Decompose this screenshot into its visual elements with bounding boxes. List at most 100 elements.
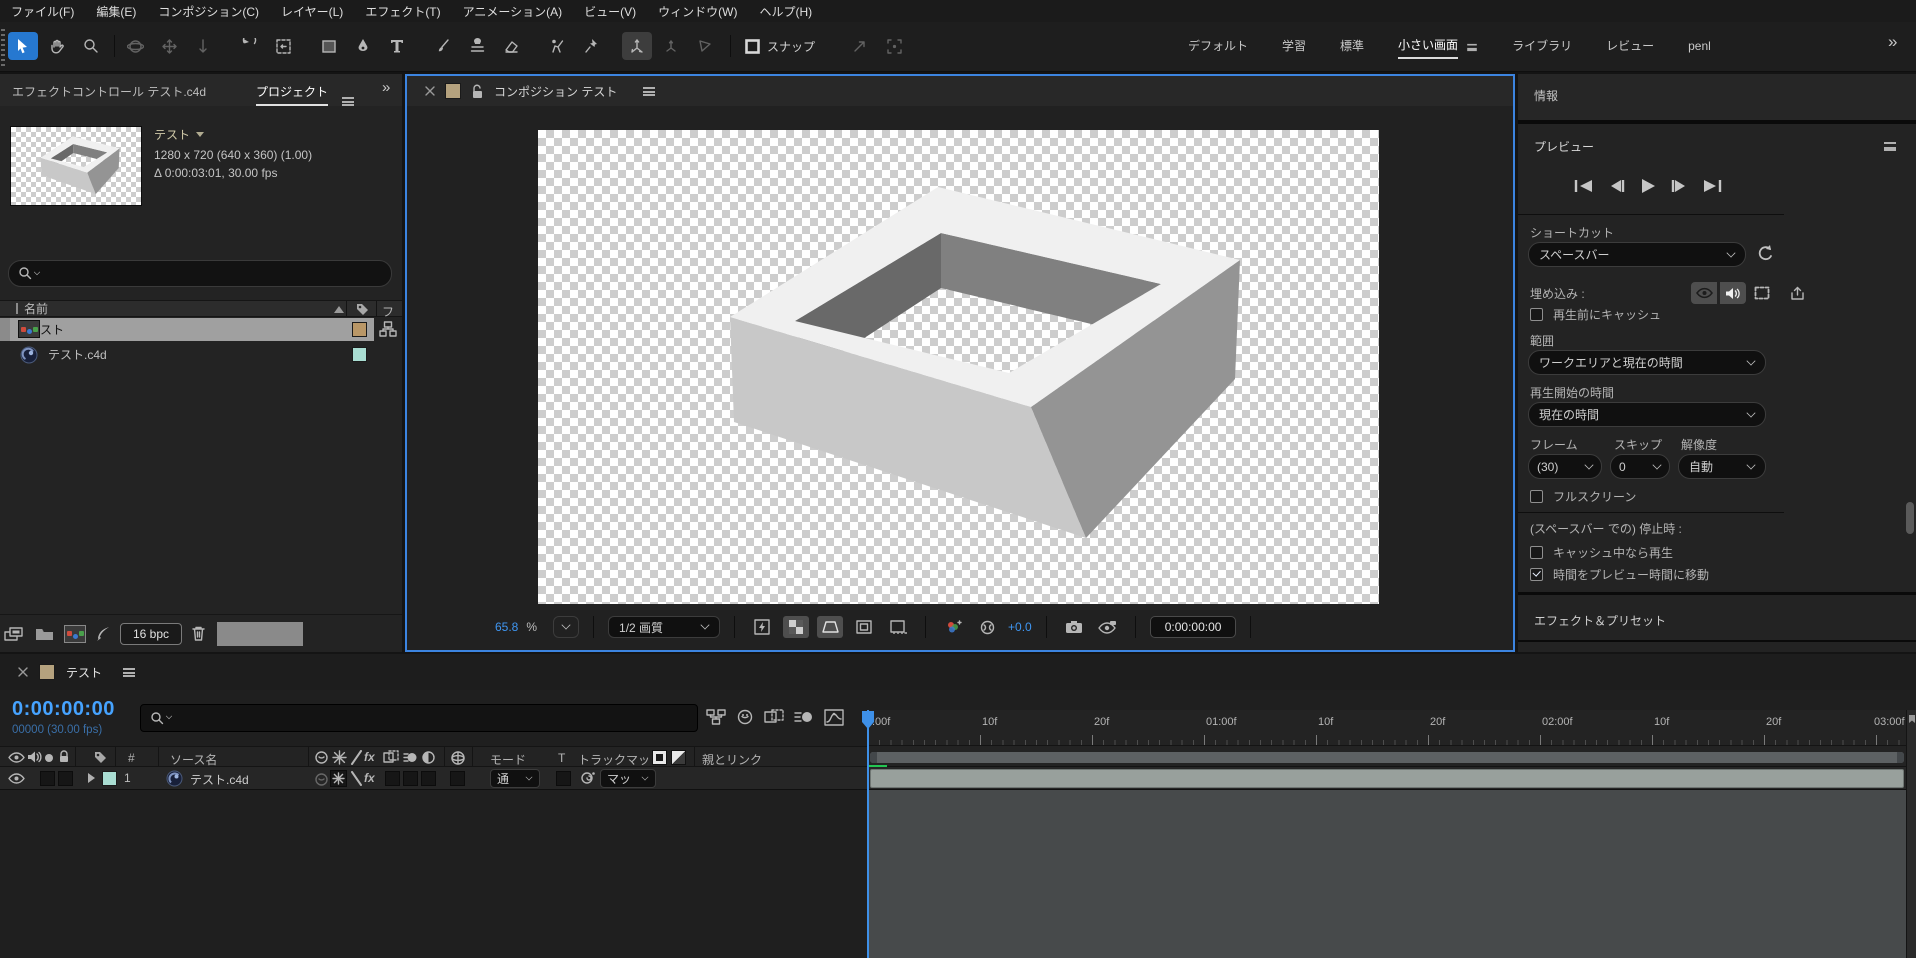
snapshot-camera-icon[interactable] [1061, 616, 1087, 638]
adjustment-layer-switch-icon[interactable] [421, 750, 436, 765]
project-row-selected[interactable]: テスト [0, 318, 402, 341]
rotate-tool[interactable] [234, 32, 264, 60]
work-area-bar[interactable] [870, 752, 1904, 763]
layer-duration-bar[interactable] [870, 769, 1904, 788]
project-tab-overflow-chevron[interactable]: » [382, 79, 390, 96]
close-timeline-tab-icon[interactable] [18, 667, 28, 677]
workspace-library[interactable]: ライブラリ [1512, 37, 1572, 58]
motion-blur-switch-icon[interactable] [403, 750, 418, 765]
region-of-interest-icon[interactable] [817, 616, 843, 638]
project-comp-name[interactable]: テスト [154, 126, 190, 143]
project-search-input[interactable] [43, 264, 382, 284]
search-options-chevron-icon[interactable] [166, 713, 172, 719]
layer-source-name[interactable]: テスト.c4d [190, 771, 249, 788]
local-axis-mode[interactable] [622, 32, 652, 60]
layer-preserve-transparency-cell[interactable] [556, 771, 571, 786]
zoom-tool[interactable] [76, 32, 106, 60]
new-folder-icon[interactable] [35, 626, 55, 642]
layer-mode-dropdown[interactable]: 通 [490, 769, 540, 788]
bit-depth-button[interactable]: 16 bpc [120, 623, 182, 645]
layer-adjustment-cell[interactable] [421, 771, 436, 786]
source-name-column[interactable]: ソース名 [170, 751, 217, 768]
panel-divider[interactable] [1518, 592, 1916, 595]
include-video-eye-icon[interactable] [1691, 282, 1717, 304]
workspace-review[interactable]: レビュー [1606, 37, 1654, 58]
shortcut-dropdown[interactable]: スペースバー [1528, 242, 1746, 267]
comp-marker-bin-icon[interactable] [1908, 714, 1916, 724]
info-panel-title[interactable]: 情報 [1534, 87, 1558, 104]
new-composition-icon[interactable] [64, 625, 86, 643]
close-panel-icon[interactable] [425, 86, 435, 96]
timeline-panel-menu-icon[interactable] [123, 668, 135, 677]
solo-column-icon[interactable] [45, 754, 53, 762]
pan-behind-tool[interactable] [268, 32, 298, 60]
workspace-learn[interactable]: 学習 [1282, 37, 1306, 58]
comp-viewer[interactable] [538, 130, 1379, 604]
timeline-ruler[interactable]: :00f 10f 20f 01:00f 10f 20f 02:00f 10f 2… [868, 710, 1906, 746]
3d-layer-switch-icon[interactable] [450, 750, 466, 766]
timeline-tab-title[interactable]: テスト [66, 664, 102, 681]
timeline-empty-track-area[interactable] [868, 790, 1906, 958]
next-frame-button[interactable] [1670, 179, 1688, 193]
comp-panel-menu-icon[interactable] [643, 87, 655, 96]
snap-toggle[interactable]: スナップ [745, 38, 815, 55]
toolbar-grip[interactable] [1, 28, 5, 66]
clone-stamp-tool[interactable] [462, 32, 492, 60]
comp-label-color[interactable] [445, 83, 461, 99]
mini-flowchart-icon[interactable] [706, 708, 726, 726]
rectangle-tool[interactable] [314, 32, 344, 60]
region-of-interest-capture-icon[interactable] [879, 32, 909, 60]
panel-divider[interactable] [1518, 120, 1916, 124]
play-button[interactable] [1640, 178, 1656, 194]
graph-editor-icon[interactable] [824, 709, 844, 726]
effects-presets-title[interactable]: エフェクト＆プリセット [1534, 612, 1666, 629]
workspace-penl[interactable]: penl [1688, 39, 1711, 57]
menu-animation[interactable]: アニメーション(A) [452, 3, 574, 20]
track-matte-pickwhip-icon[interactable] [580, 770, 596, 786]
hand-tool[interactable] [42, 32, 72, 60]
dolly-camera-tool[interactable] [188, 32, 218, 60]
layer-row[interactable]: 1 テスト.c4d fx 通 マッ [0, 767, 868, 790]
quill-icon[interactable] [95, 626, 111, 642]
label-column-icon[interactable] [354, 302, 370, 317]
reset-icon[interactable] [1756, 244, 1776, 264]
workspace-small-screen[interactable]: 小さい画面 [1398, 36, 1458, 59]
label-column-icon[interactable] [92, 750, 108, 765]
menu-file[interactable]: ファイル(F) [0, 3, 85, 20]
timeline-label-color[interactable] [39, 664, 55, 680]
roto-brush-tool[interactable] [542, 32, 572, 60]
layer-label-chip[interactable] [102, 771, 117, 786]
layer-expander-icon[interactable] [88, 773, 95, 783]
channel-icon[interactable] [940, 616, 966, 638]
project-panel-menu-icon[interactable] [342, 97, 354, 106]
pan-camera-tool[interactable] [154, 32, 184, 60]
unlock-icon[interactable] [471, 84, 484, 99]
share-export-icon[interactable] [1784, 282, 1810, 304]
quality-dropdown[interactable]: 1/2 画質 [608, 616, 720, 638]
range-dropdown[interactable]: ワークエリアと現在の時間 [1528, 350, 1766, 375]
video-column-eye-icon[interactable] [8, 751, 25, 764]
play-if-cached-row[interactable]: キャッシュ中なら再生 [1530, 544, 1673, 561]
zoom-dropdown-button[interactable] [553, 616, 579, 638]
menu-window[interactable]: ウィンドウ(W) [647, 3, 748, 20]
shy-switch-icon[interactable] [314, 750, 329, 765]
move-time-row[interactable]: 時間をプレビュー時間に移動 [1530, 566, 1709, 583]
project-item-name[interactable]: テスト.c4d [48, 346, 107, 363]
work-area-end-handle[interactable] [1897, 752, 1904, 763]
brush-tool[interactable] [428, 32, 458, 60]
menu-composition[interactable]: コンポジション(C) [147, 3, 270, 20]
pen-tool[interactable] [348, 32, 378, 60]
workspace-overflow-chevron[interactable]: » [1888, 32, 1897, 52]
layer-collapse-switch[interactable] [330, 770, 347, 787]
menu-effect[interactable]: エフェクト(T) [354, 3, 451, 20]
audio-column-speaker-icon[interactable] [27, 750, 42, 764]
play-if-cached-checkbox[interactable] [1530, 546, 1543, 559]
include-overlays-frame-icon[interactable] [1749, 282, 1775, 304]
comp-zoom-value[interactable]: 65.8 [495, 620, 518, 634]
previous-frame-button[interactable] [1608, 179, 1626, 193]
workspace-menu-icon[interactable] [1467, 44, 1477, 51]
timeline-search[interactable] [140, 704, 698, 732]
layer-track-matte-dropdown[interactable]: マッ [600, 769, 656, 788]
project-thumbnail[interactable] [10, 126, 142, 206]
project-row[interactable]: テスト.c4d [0, 343, 402, 366]
